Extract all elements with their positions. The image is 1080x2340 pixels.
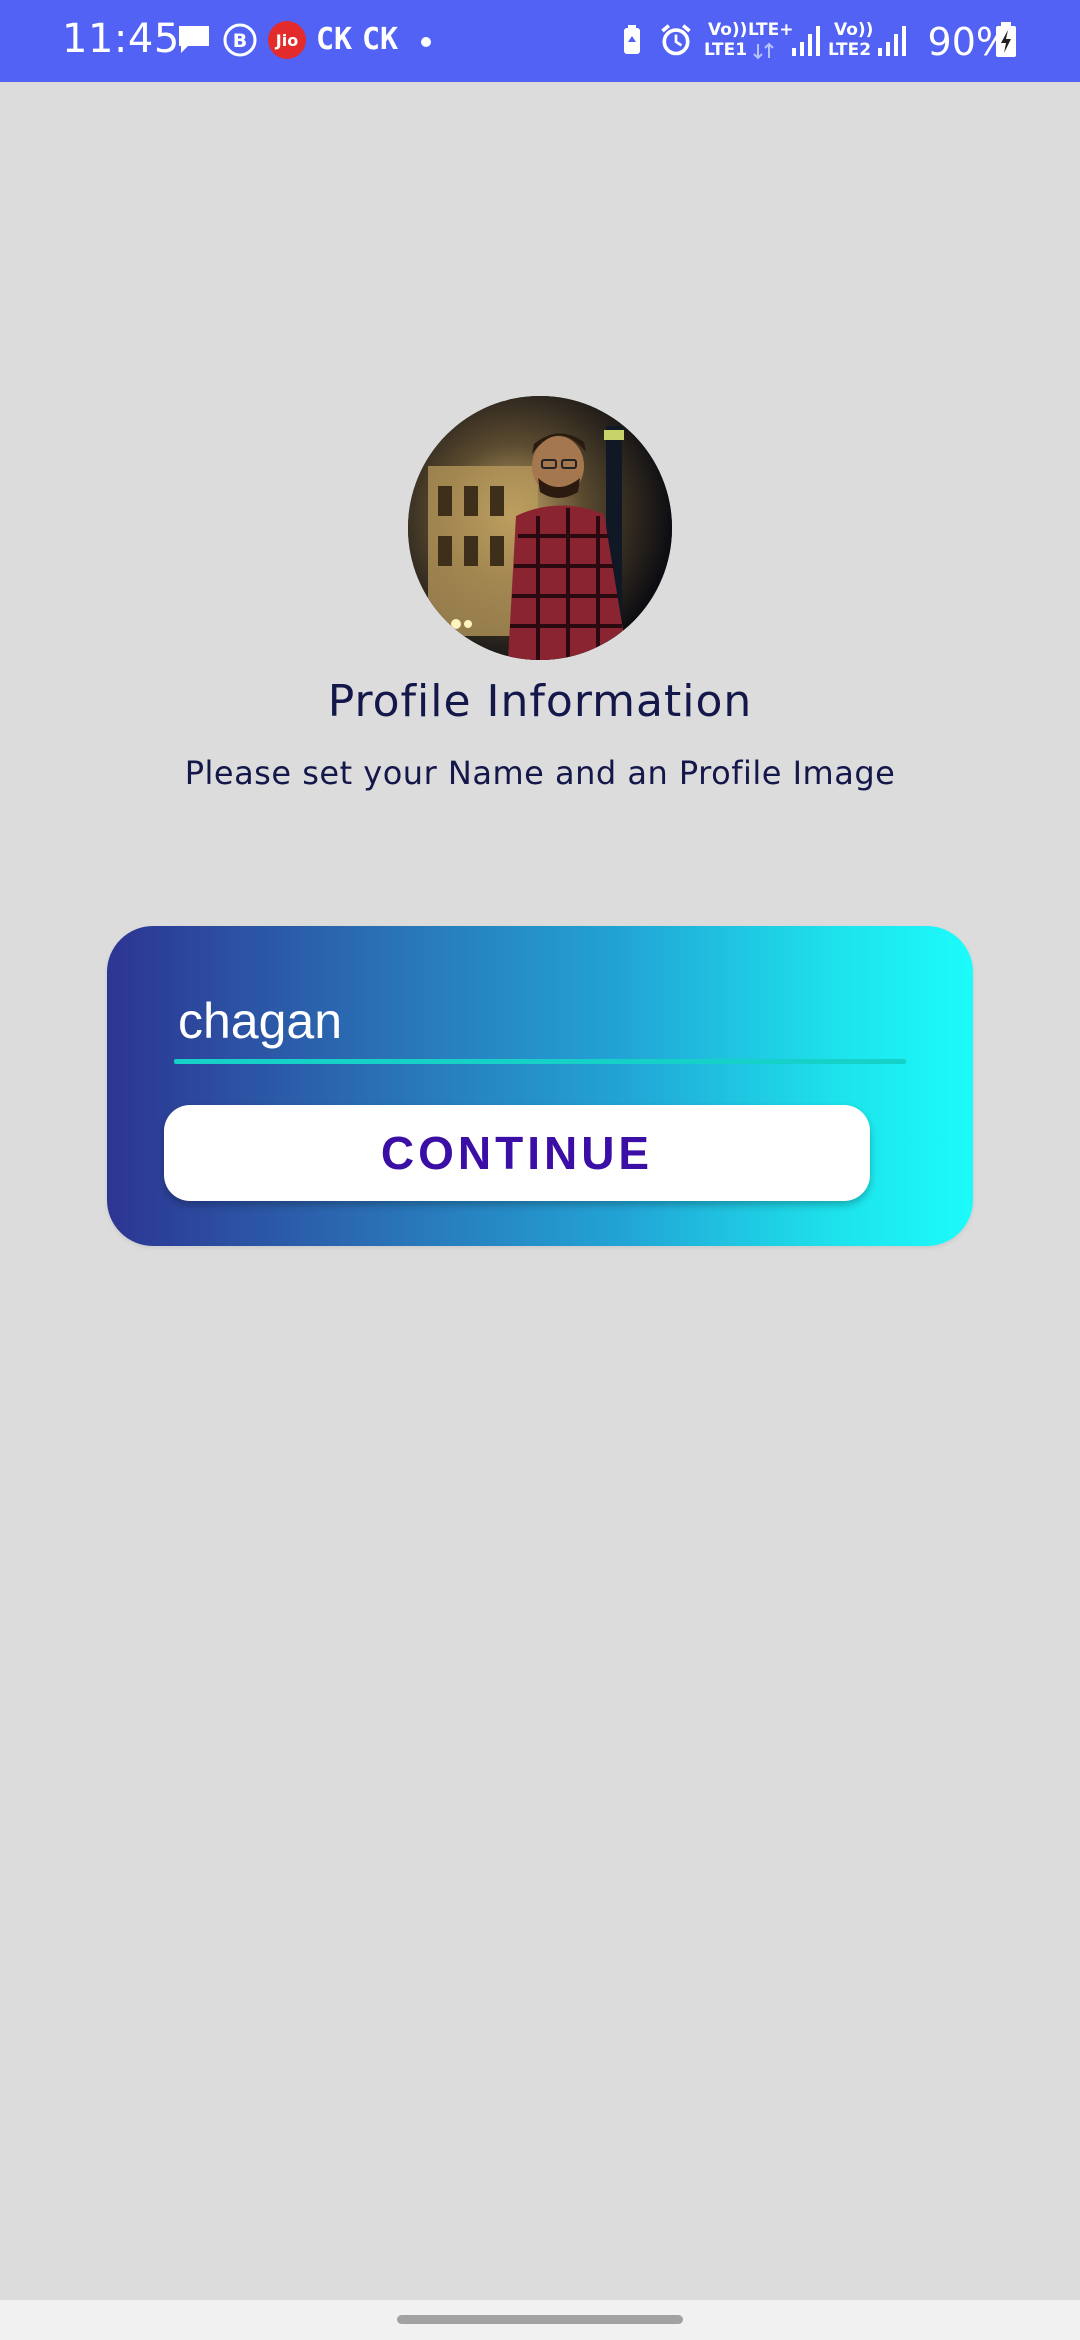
carrier-label-2: CK bbox=[362, 22, 399, 57]
name-input-underline bbox=[174, 1059, 906, 1064]
jio-icon: Jio bbox=[268, 21, 306, 59]
status-time: 11:45 bbox=[62, 16, 180, 62]
lte2-bottom-label: LTE2 bbox=[828, 40, 872, 60]
battery-saver-icon bbox=[624, 25, 640, 54]
home-gesture-pill[interactable] bbox=[397, 2315, 683, 2324]
name-input[interactable] bbox=[174, 986, 906, 1056]
lte1-top-label: Vo)) bbox=[708, 20, 748, 40]
svg-text:Jio: Jio bbox=[275, 31, 298, 50]
navigation-bar bbox=[0, 2300, 1080, 2340]
data-arrows-icon bbox=[753, 42, 774, 60]
alarm-icon bbox=[661, 24, 691, 56]
notification-dot-icon bbox=[421, 37, 431, 47]
profile-photo bbox=[408, 396, 672, 660]
signal-strength-2-icon bbox=[878, 26, 906, 56]
carrier-label-1: CK bbox=[316, 22, 353, 57]
lte1-bottom-label: LTE1 bbox=[704, 40, 748, 60]
profile-avatar[interactable] bbox=[408, 396, 672, 660]
svg-text:B: B bbox=[233, 30, 247, 52]
lte2-top-label: Vo)) bbox=[834, 20, 874, 40]
signal-strength-1-icon bbox=[792, 26, 820, 56]
status-bar: 11:45 B Jio CK CK Vo)) LTE1 LTE+ Vo)) LT… bbox=[0, 0, 1080, 82]
message-icon bbox=[179, 26, 209, 53]
continue-button[interactable]: CONTINUE bbox=[164, 1105, 870, 1201]
b-badge-icon: B bbox=[223, 23, 257, 57]
page-subtitle: Please set your Name and an Profile Imag… bbox=[184, 754, 896, 792]
page-title: Profile Information bbox=[327, 676, 753, 727]
profile-form-card: CONTINUE bbox=[107, 926, 973, 1246]
lte-plus-label: LTE+ bbox=[748, 20, 794, 40]
battery-charging-icon bbox=[996, 22, 1016, 57]
